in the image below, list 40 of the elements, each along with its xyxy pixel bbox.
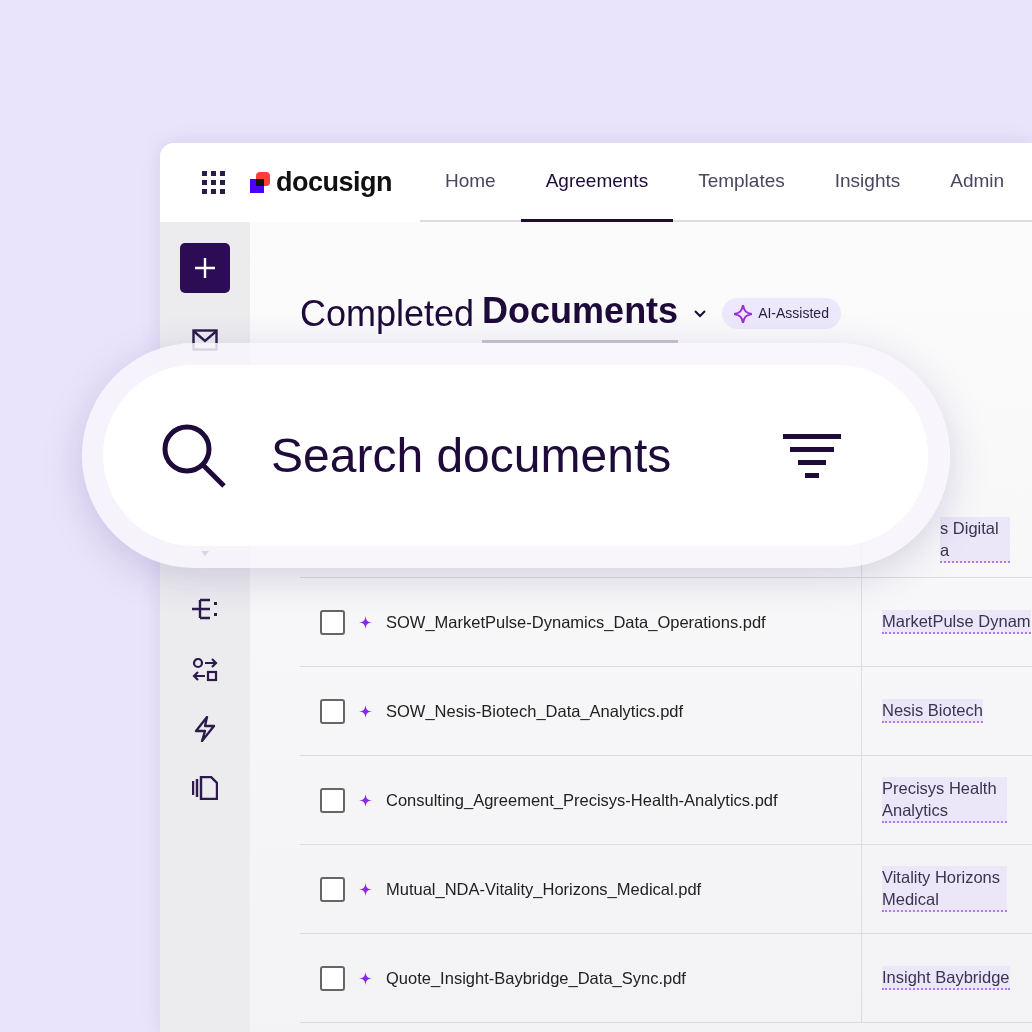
nav-tab[interactable]: Insights (809, 143, 926, 222)
company-name[interactable]: s Digital a (940, 517, 1010, 563)
row-checkbox[interactable] (320, 609, 345, 635)
document-name[interactable]: SOW_MarketPulse-Dynamics_Data_Operations.pdf (386, 609, 766, 635)
filter-icon[interactable] (783, 433, 841, 478)
sparkle-icon (359, 793, 372, 807)
lightning-icon[interactable] (193, 716, 217, 742)
document-name[interactable]: Consulting_Agreement_Precisys-Health-Analytics.pdf (386, 787, 778, 813)
row-checkbox[interactable] (320, 787, 345, 813)
documents-icon[interactable] (192, 776, 218, 800)
company-name[interactable]: Nesis Biotech (882, 699, 983, 723)
company-name[interactable]: MarketPulse Dynam (882, 610, 1031, 634)
tree-icon[interactable] (192, 598, 218, 620)
sparkle-icon (359, 882, 372, 896)
row-checkbox[interactable] (320, 698, 345, 724)
chevron-icon[interactable] (694, 309, 707, 318)
ai-assisted-badge: AI-Assisted (722, 298, 841, 329)
plus-icon (193, 256, 217, 280)
sparkle-icon (359, 615, 372, 629)
sparkle-icon (359, 704, 372, 718)
apps-grid-icon[interactable] (202, 170, 226, 195)
logo-icon (250, 171, 272, 194)
brand-name: docusign (276, 166, 392, 200)
search-icon[interactable] (161, 422, 227, 489)
new-button[interactable] (180, 243, 230, 293)
page-title-prefix: Completed (300, 291, 475, 336)
document-name[interactable]: Quote_Insight-Baybridge_Data_Sync.pdf (386, 965, 686, 991)
row-checkbox[interactable] (320, 876, 345, 902)
row-checkbox[interactable] (320, 965, 345, 991)
company-name[interactable]: Insight Baybridge (882, 966, 1010, 990)
document-name[interactable]: Mutual_NDA-Vitality_Horizons_Medical.pdf (386, 876, 702, 902)
document-name[interactable]: SOW_Nesis-Biotech_Data_Analytics.pdf (386, 698, 684, 724)
nav-tab[interactable]: Admin (925, 143, 1030, 222)
swap-icon[interactable] (192, 658, 218, 682)
company-name[interactable]: Precisys Health Analytics (882, 777, 1007, 823)
nav-tab[interactable]: Templates (673, 143, 810, 222)
nav-tab[interactable]: Home (420, 143, 521, 222)
company-name[interactable]: Vitality Horizons Medical (882, 866, 1007, 912)
search-field[interactable]: Search documents (271, 419, 691, 492)
sparkle-icon (359, 971, 372, 985)
